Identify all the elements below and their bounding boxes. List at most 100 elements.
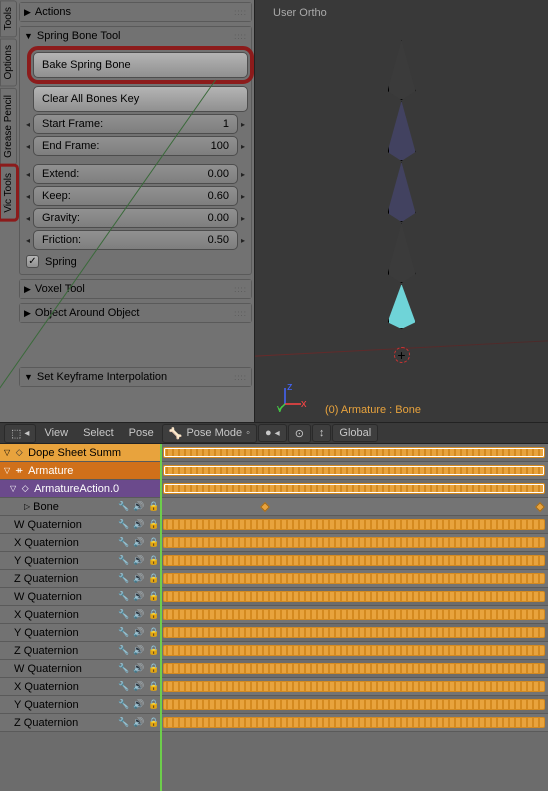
wrench-icon[interactable]: 🔧 <box>118 699 130 711</box>
drag-left-icon[interactable]: ◂ <box>23 192 33 201</box>
dopesheet-editor[interactable]: ▽ ◇ Dope Sheet Summ ▽ ᚑ Armature ▽ ◇ Arm… <box>0 444 548 791</box>
action-track[interactable] <box>160 480 548 497</box>
armature-bones[interactable] <box>382 40 422 330</box>
channel-row[interactable]: Y Quaternion 🔧 🔊 🔒 <box>0 552 160 569</box>
keep-field[interactable]: Keep: 0.60 <box>33 186 238 206</box>
wrench-icon[interactable]: 🔧 <box>118 717 130 729</box>
keyframe-strip[interactable] <box>163 699 545 710</box>
bone-row[interactable]: ▷ Bone 🔧 🔊 🔒 <box>0 498 160 515</box>
speaker-icon[interactable]: 🔊 <box>133 627 145 639</box>
editor-type-selector[interactable]: ⬚◂ <box>4 424 36 443</box>
channel-track[interactable] <box>160 624 548 641</box>
speaker-icon[interactable]: 🔊 <box>133 681 145 693</box>
panel-interp-header[interactable]: ▼ Set Keyframe Interpolation :::: <box>20 368 251 386</box>
shading-selector[interactable]: ●◂ <box>258 424 287 442</box>
expand-icon[interactable]: ▽ <box>4 448 10 457</box>
channel-track[interactable] <box>160 516 548 533</box>
channel-track[interactable] <box>160 534 548 551</box>
bone-track[interactable] <box>160 498 548 515</box>
bake-spring-bone-button[interactable]: Bake Spring Bone <box>33 52 248 78</box>
lock-icon[interactable]: 🔒 <box>148 537 160 549</box>
channel-row[interactable]: W Quaternion 🔧 🔊 🔒 <box>0 660 160 677</box>
keyframe-strip[interactable] <box>163 465 545 476</box>
action-row[interactable]: ▽ ◇ ArmatureAction.0 <box>0 480 160 497</box>
drag-handle-icon[interactable]: :::: <box>234 8 247 17</box>
keyframe[interactable] <box>260 502 270 512</box>
wrench-icon[interactable]: 🔧 <box>118 501 130 513</box>
speaker-icon[interactable]: 🔊 <box>133 591 145 603</box>
bone-segment[interactable] <box>388 223 416 283</box>
channel-track[interactable] <box>160 570 548 587</box>
panel-spring-header[interactable]: ▼ Spring Bone Tool :::: <box>20 27 251 45</box>
drag-right-icon[interactable]: ▸ <box>238 214 248 223</box>
keyframe-strip[interactable] <box>163 537 545 548</box>
channel-row[interactable]: Z Quaternion 🔧 🔊 🔒 <box>0 642 160 659</box>
drag-handle-icon[interactable]: :::: <box>234 373 247 382</box>
tab-vic-tools[interactable]: Vic Tools <box>0 166 17 220</box>
keyframe-strip[interactable] <box>163 591 545 602</box>
lock-icon[interactable]: 🔒 <box>148 573 160 585</box>
clear-bones-button[interactable]: Clear All Bones Key <box>33 86 248 112</box>
keyframe-strip[interactable] <box>163 627 545 638</box>
lock-icon[interactable]: 🔒 <box>148 681 160 693</box>
drag-right-icon[interactable]: ▸ <box>238 170 248 179</box>
keyframe-strip[interactable] <box>163 573 545 584</box>
keyframe-strip[interactable] <box>163 717 545 728</box>
viewport-3d[interactable]: User Ortho z x y (0) Armature : Bone <box>254 0 548 422</box>
drag-right-icon[interactable]: ▸ <box>238 120 248 129</box>
lock-icon[interactable]: 🔒 <box>148 519 160 531</box>
channel-track[interactable] <box>160 588 548 605</box>
drag-handle-icon[interactable]: :::: <box>234 32 247 41</box>
drag-handle-icon[interactable]: :::: <box>234 285 247 294</box>
panel-actions-header[interactable]: ▶ Actions :::: <box>20 3 251 21</box>
scene-track[interactable] <box>160 462 548 479</box>
mode-selector[interactable]: 🦴 Pose Mode ◦ <box>162 424 257 443</box>
wrench-icon[interactable]: 🔧 <box>118 537 130 549</box>
extend-field[interactable]: Extend: 0.00 <box>33 164 238 184</box>
channel-row[interactable]: W Quaternion 🔧 🔊 🔒 <box>0 516 160 533</box>
manipulator-toggle[interactable]: ↕ <box>312 424 332 442</box>
friction-field[interactable]: Friction: 0.50 <box>33 230 238 250</box>
pose-menu[interactable]: Pose <box>122 427 161 439</box>
wrench-icon[interactable]: 🔧 <box>118 627 130 639</box>
drag-left-icon[interactable]: ◂ <box>23 120 33 129</box>
channel-track[interactable] <box>160 696 548 713</box>
bone-segment-selected[interactable] <box>388 284 416 329</box>
speaker-icon[interactable]: 🔊 <box>133 609 145 621</box>
orientation-selector[interactable]: Global <box>332 424 378 442</box>
pivot-selector[interactable]: ⊙ <box>288 424 311 443</box>
speaker-icon[interactable]: 🔊 <box>133 555 145 567</box>
speaker-icon[interactable]: 🔊 <box>133 573 145 585</box>
summary-track[interactable] <box>160 444 548 461</box>
wrench-icon[interactable]: 🔧 <box>118 681 130 693</box>
speaker-icon[interactable]: 🔊 <box>133 717 145 729</box>
end-frame-field[interactable]: End Frame: 100 <box>33 136 238 156</box>
drag-right-icon[interactable]: ▸ <box>238 236 248 245</box>
keyframe[interactable] <box>535 502 545 512</box>
channel-track[interactable] <box>160 642 548 659</box>
panel-voxel-header[interactable]: ▶ Voxel Tool :::: <box>20 280 251 298</box>
channel-row[interactable]: Z Quaternion 🔧 🔊 🔒 <box>0 714 160 731</box>
wrench-icon[interactable]: 🔧 <box>118 555 130 567</box>
bone-segment[interactable] <box>388 101 416 161</box>
lock-icon[interactable]: 🔒 <box>148 591 160 603</box>
wrench-icon[interactable]: 🔧 <box>118 573 130 585</box>
gravity-field[interactable]: Gravity: 0.00 <box>33 208 238 228</box>
lock-icon[interactable]: 🔒 <box>148 609 160 621</box>
expand-icon[interactable]: ▽ <box>10 484 16 493</box>
wrench-icon[interactable]: 🔧 <box>118 609 130 621</box>
view-menu[interactable]: View <box>37 427 75 439</box>
channel-row[interactable]: W Quaternion 🔧 🔊 🔒 <box>0 588 160 605</box>
speaker-icon[interactable]: 🔊 <box>133 663 145 675</box>
channel-track[interactable] <box>160 552 548 569</box>
keyframe-strip[interactable] <box>163 609 545 620</box>
drag-left-icon[interactable]: ◂ <box>23 142 33 151</box>
drag-left-icon[interactable]: ◂ <box>23 236 33 245</box>
bone-segment[interactable] <box>388 40 416 100</box>
drag-left-icon[interactable]: ◂ <box>23 170 33 179</box>
keyframe-strip[interactable] <box>163 483 545 494</box>
channel-row[interactable]: Y Quaternion 🔧 🔊 🔒 <box>0 696 160 713</box>
lock-icon[interactable]: 🔒 <box>148 645 160 657</box>
keyframe-strip[interactable] <box>163 663 545 674</box>
wrench-icon[interactable]: 🔧 <box>118 519 130 531</box>
